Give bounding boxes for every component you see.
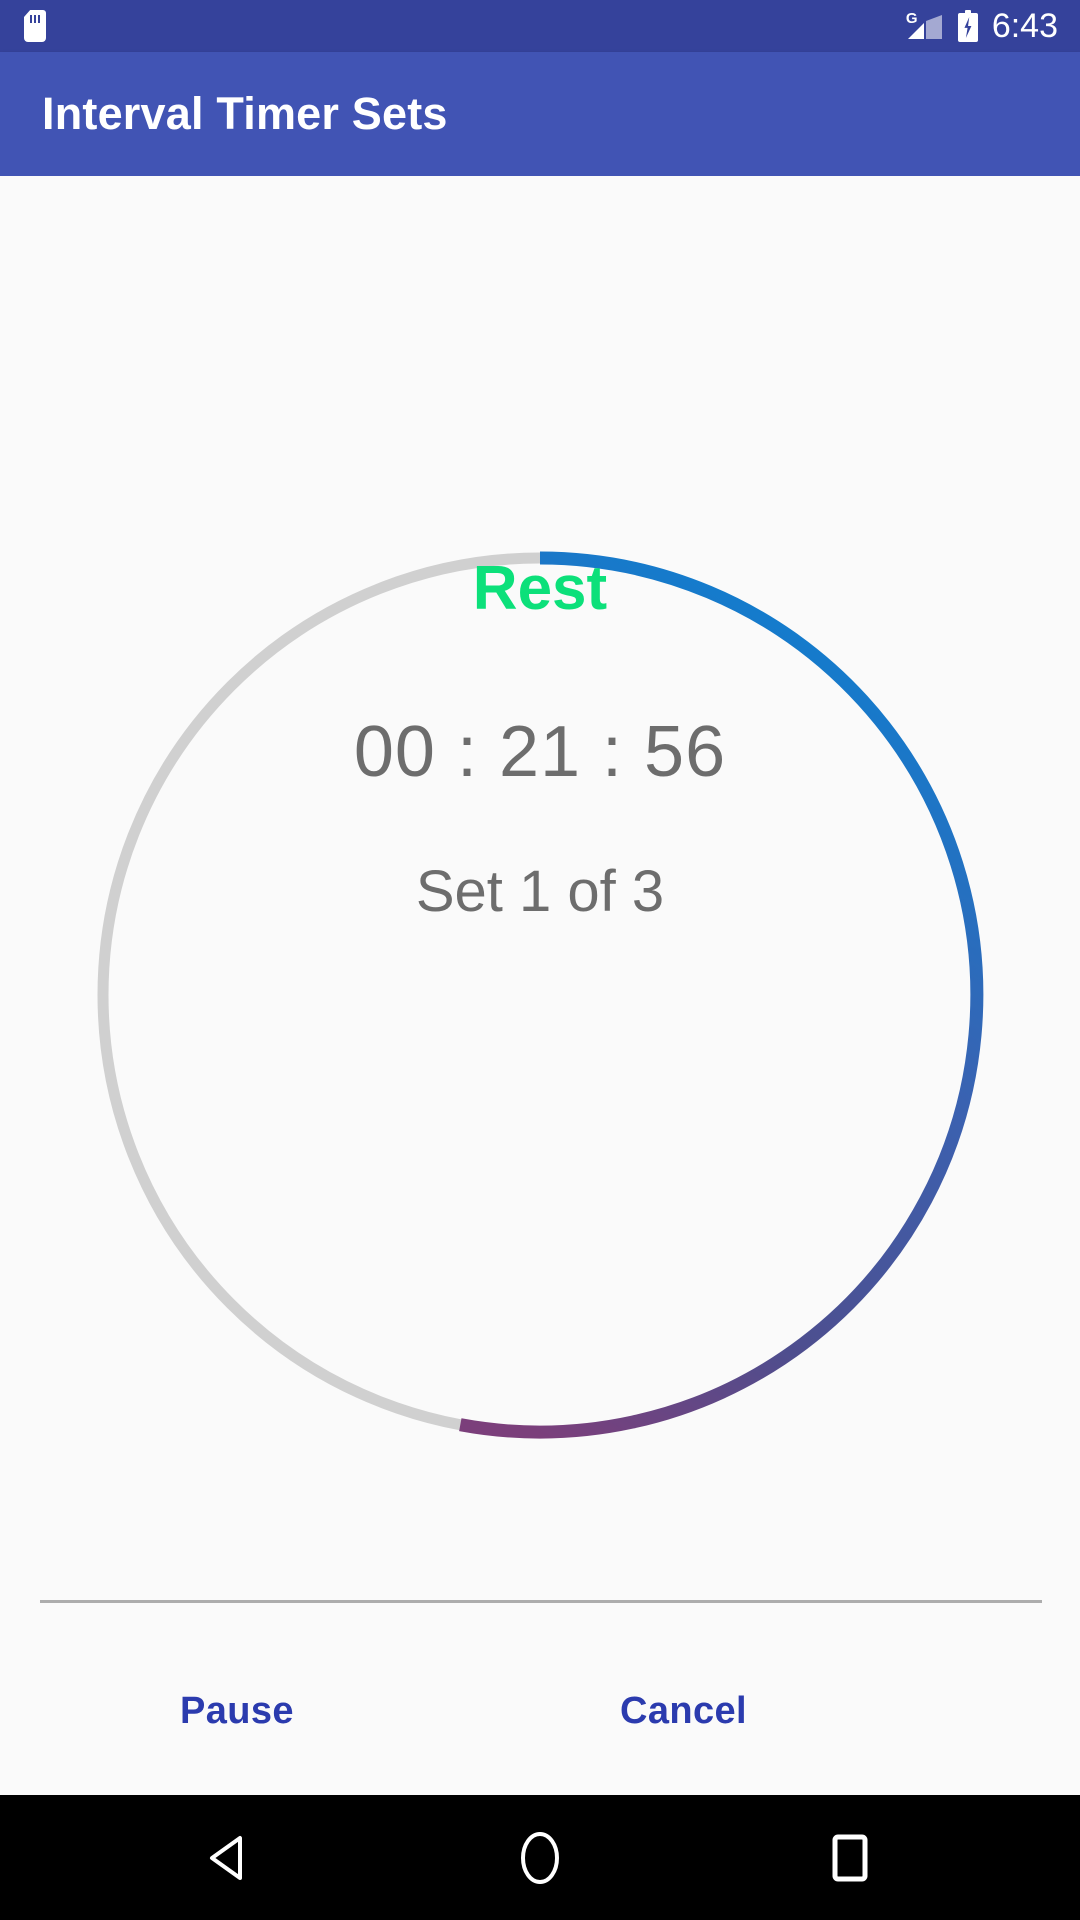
page-title: Interval Timer Sets xyxy=(42,88,448,139)
timer-time-remaining: 00 : 21 : 56 xyxy=(353,712,727,792)
sd-card-icon-pins xyxy=(30,15,41,23)
status-bar-right-icons: G 6:43 xyxy=(906,9,1058,43)
circle-home-icon xyxy=(521,1831,559,1884)
main-content: Rest 00 : 21 : 56 Set 1 of 3 Pause Cance… xyxy=(0,176,1080,1795)
nav-recents-button[interactable] xyxy=(770,1795,930,1920)
android-navigation-bar xyxy=(0,1795,1080,1920)
app-bar: Interval Timer Sets xyxy=(0,52,1080,176)
battery-charging-icon xyxy=(957,10,978,42)
signal-triangle-icon xyxy=(907,15,942,39)
nav-back-button[interactable] xyxy=(150,1795,310,1920)
action-bar: Pause Cancel xyxy=(0,1636,1080,1795)
timer-readout: Rest 00 : 21 : 56 Set 1 of 3 xyxy=(102,558,978,921)
nav-home-button[interactable] xyxy=(460,1795,620,1920)
pause-button[interactable]: Pause xyxy=(154,1672,320,1751)
status-bar-left-icons xyxy=(24,10,46,42)
signal-bars-icon: G xyxy=(906,11,944,41)
timer-set-progress: Set 1 of 3 xyxy=(415,859,665,924)
cancel-button[interactable]: Cancel xyxy=(594,1672,773,1751)
action-divider xyxy=(40,1600,1042,1603)
phone-screen: G 6:43 Interval Timer Sets Rest 00: 21 … xyxy=(0,0,1080,1920)
triangle-back-icon xyxy=(210,1835,242,1880)
circular-timer-progress xyxy=(97,551,984,1439)
timer-phase-label: Rest xyxy=(472,554,608,623)
sd-card-icon xyxy=(24,10,46,42)
status-bar-clock: 6:43 xyxy=(991,7,1058,45)
square-recents-icon xyxy=(832,1834,868,1881)
status-bar: G 6:43 xyxy=(0,0,1080,52)
